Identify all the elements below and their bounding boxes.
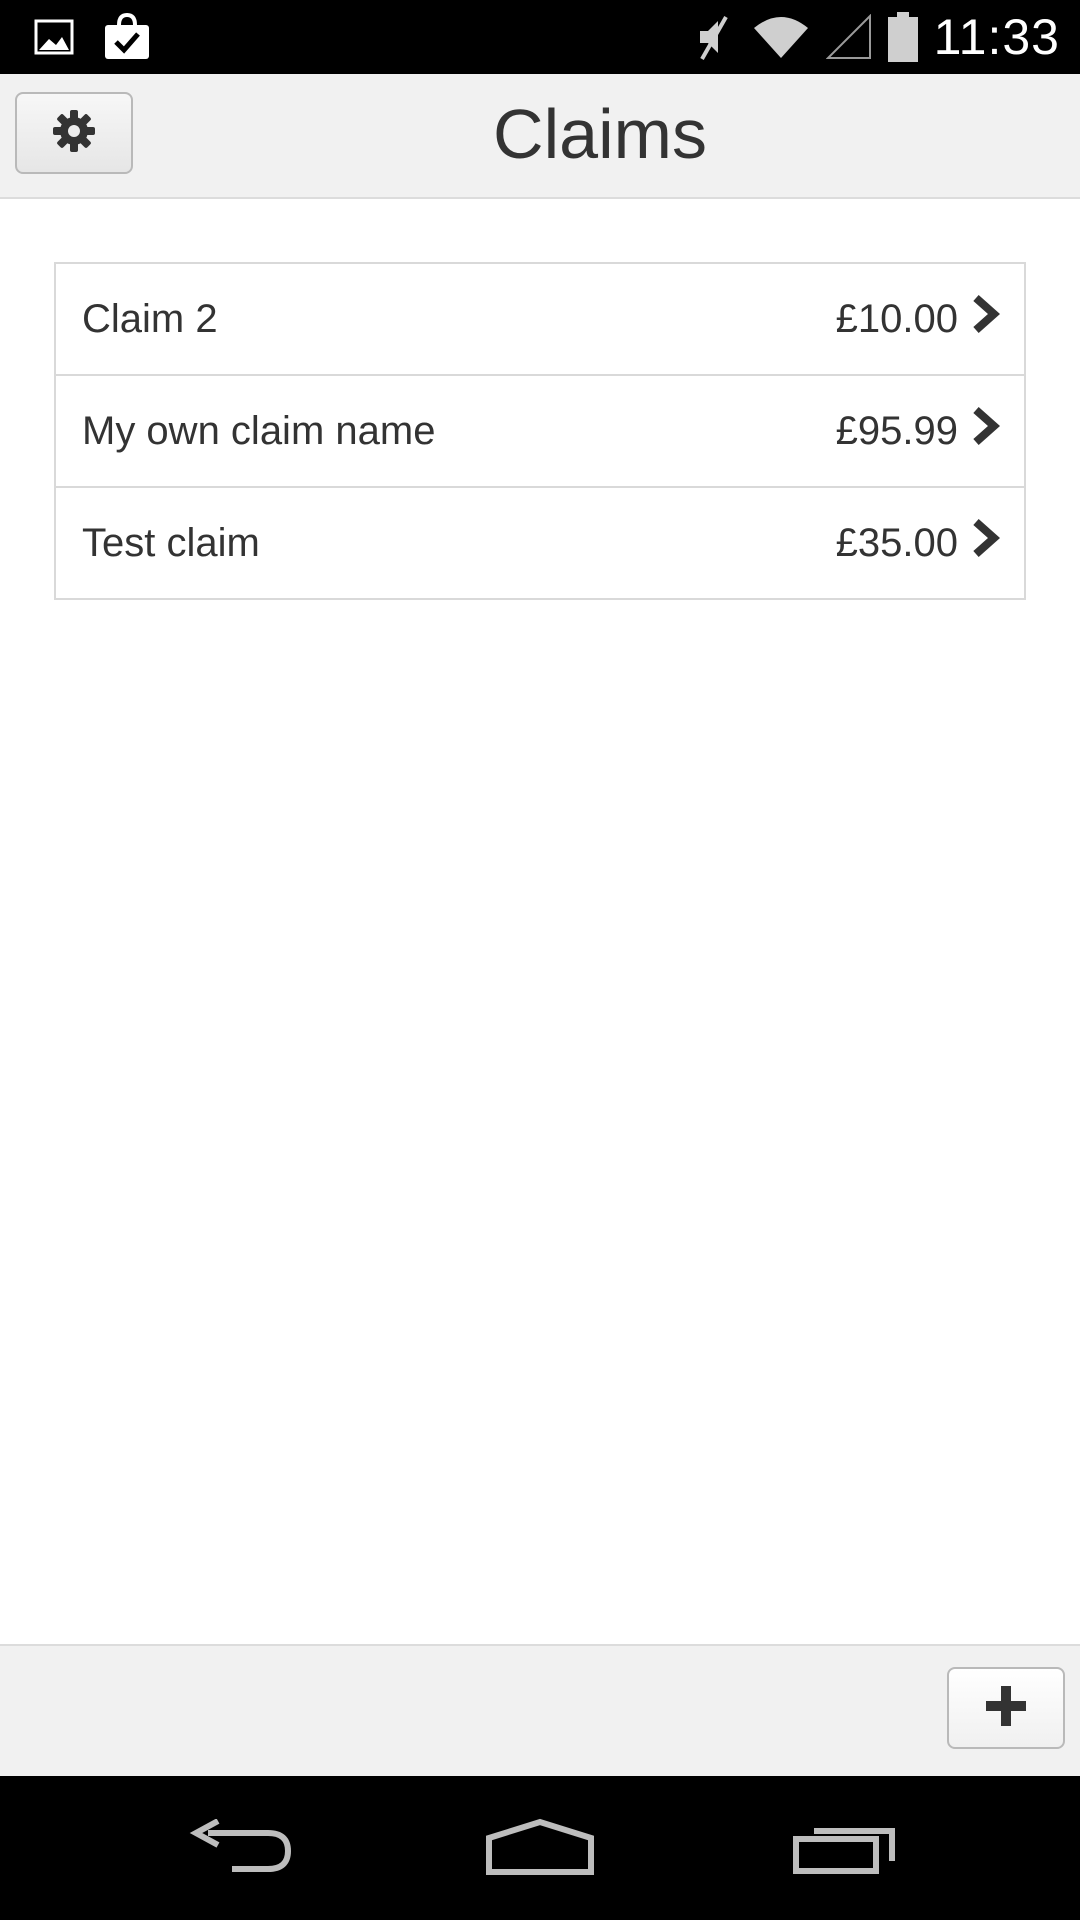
claim-amount: £10.00: [835, 296, 958, 341]
system-status: 11:33: [692, 6, 1060, 68]
recent-apps-icon: [792, 1819, 896, 1880]
home-button[interactable]: [480, 1814, 600, 1884]
claim-amount: £35.00: [835, 520, 958, 565]
claim-row[interactable]: Test claim £35.00: [56, 488, 1024, 598]
navigation-bar: [0, 1776, 1080, 1920]
add-claim-button[interactable]: [947, 1667, 1065, 1749]
chevron-right-icon: [970, 406, 1001, 451]
footer-bar: [0, 1644, 1080, 1776]
claims-list: Claim 2 £10.00 My own claim name £95.99 …: [54, 262, 1026, 600]
signal-icon: [825, 14, 872, 60]
wifi-icon: [752, 14, 810, 60]
status-bar: 11:33: [0, 0, 1080, 74]
claim-row[interactable]: Claim 2 £10.00: [56, 264, 1024, 376]
mute-icon: [692, 13, 736, 61]
clock: 11:33: [933, 9, 1060, 65]
chevron-right-icon: [970, 518, 1001, 563]
battery-icon: [887, 12, 918, 62]
header-bar: Claims: [0, 74, 1080, 199]
claim-amount: £95.99: [835, 408, 958, 453]
store-notification-icon: [102, 13, 152, 61]
screen: 11:33 Claims Claim 2 £10.00 My own claim…: [0, 0, 1080, 1920]
image-notification-icon: [34, 19, 74, 55]
claim-name: Claim 2: [82, 296, 218, 341]
claim-name: Test claim: [82, 520, 260, 565]
claim-row[interactable]: My own claim name £95.99: [56, 376, 1024, 488]
plus-icon: [985, 1685, 1027, 1732]
claim-name: My own claim name: [82, 408, 436, 453]
back-icon: [188, 1817, 292, 1880]
chevron-right-icon: [970, 294, 1001, 339]
back-button[interactable]: [180, 1814, 300, 1884]
recent-apps-button[interactable]: [784, 1814, 904, 1884]
notification-icons: [34, 10, 152, 64]
home-icon: [485, 1818, 595, 1881]
page-title: Claims: [493, 95, 707, 173]
